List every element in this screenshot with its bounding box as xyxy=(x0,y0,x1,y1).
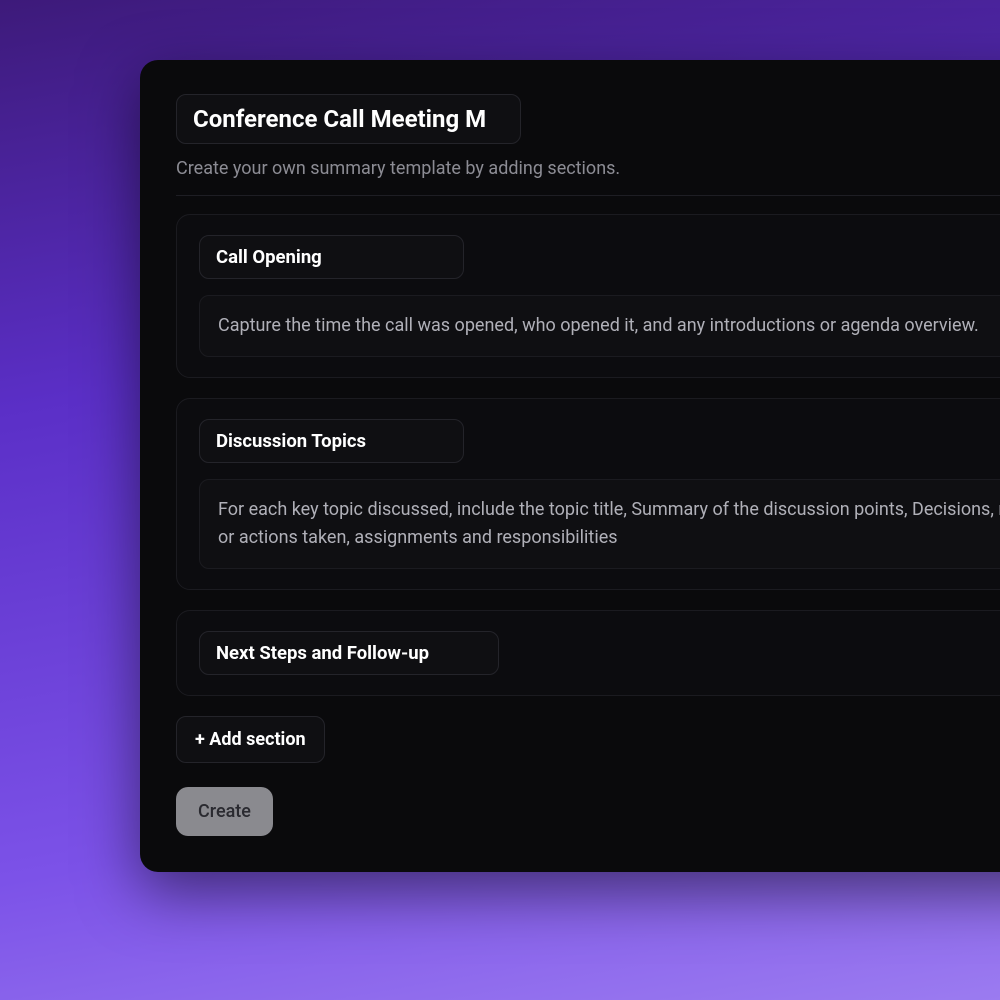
section-title-input[interactable] xyxy=(199,235,464,279)
section-description-input[interactable]: For each key topic discussed, include th… xyxy=(199,479,1000,569)
template-editor-modal: Create your own summary template by addi… xyxy=(140,60,1000,872)
template-title-input[interactable] xyxy=(176,94,521,144)
header-divider xyxy=(176,195,1000,196)
section-description-input[interactable]: Capture the time the call was opened, wh… xyxy=(199,295,1000,357)
section-card: Capture the time the call was opened, wh… xyxy=(176,214,1000,378)
create-button[interactable]: Create xyxy=(176,787,273,836)
section-card xyxy=(176,610,1000,696)
section-card: For each key topic discussed, include th… xyxy=(176,398,1000,590)
add-section-button[interactable]: + Add section xyxy=(176,716,325,763)
section-title-input[interactable] xyxy=(199,419,464,463)
template-subtitle: Create your own summary template by addi… xyxy=(176,158,1000,179)
section-title-input[interactable] xyxy=(199,631,499,675)
